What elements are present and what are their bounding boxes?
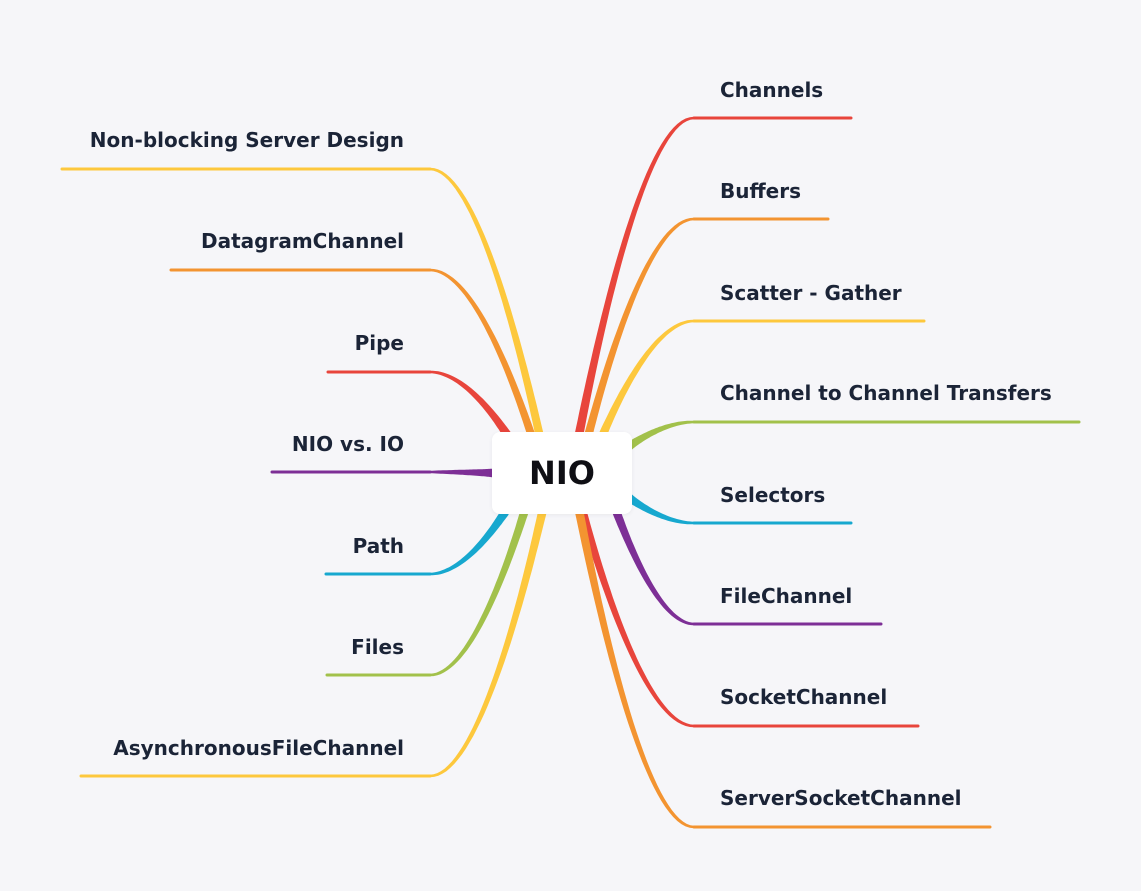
mind-map-canvas: NIO Non-blocking Server Design DatagramCh… <box>0 0 1141 891</box>
root-node[interactable]: NIO <box>492 432 632 514</box>
branch-channels[interactable]: Channels <box>720 78 823 102</box>
branch-selectors[interactable]: Selectors <box>720 483 825 507</box>
root-label: NIO <box>529 454 595 492</box>
connector-socketchannel <box>573 493 694 728</box>
branch-asynchronousfilechannel[interactable]: AsynchronousFileChannel <box>113 736 404 760</box>
connector-pipe <box>430 370 512 439</box>
connector-non-blocking-server-design <box>429 167 550 461</box>
branch-files[interactable]: Files <box>351 635 404 659</box>
connector-files <box>430 498 533 677</box>
branch-pipe[interactable]: Pipe <box>355 331 404 355</box>
branch-serversocketchannel[interactable]: ServerSocketChannel <box>720 786 962 810</box>
connector-nio-vs-io <box>430 468 495 478</box>
connector-selectors <box>625 493 694 525</box>
branch-socketchannel[interactable]: SocketChannel <box>720 685 887 709</box>
connector-path <box>430 509 509 576</box>
connector-channels <box>573 116 695 441</box>
connector-channel-to-channel-transfers <box>625 420 694 451</box>
branch-buffers[interactable]: Buffers <box>720 179 801 203</box>
branch-nio-vs-io[interactable]: NIO vs. IO <box>292 432 404 456</box>
branch-path[interactable]: Path <box>353 534 404 558</box>
branch-filechannel[interactable]: FileChannel <box>720 584 852 608</box>
connector-scatter-gather <box>593 319 694 448</box>
branch-non-blocking-server-design[interactable]: Non-blocking Server Design <box>90 128 404 152</box>
branch-datagramchannel[interactable]: DatagramChannel <box>201 229 404 253</box>
branch-channel-to-channel-transfers[interactable]: Channel to Channel Transfers <box>720 381 1052 405</box>
branch-scatter-gather[interactable]: Scatter - Gather <box>720 281 902 305</box>
connector-asynchronousfilechannel <box>429 499 550 778</box>
